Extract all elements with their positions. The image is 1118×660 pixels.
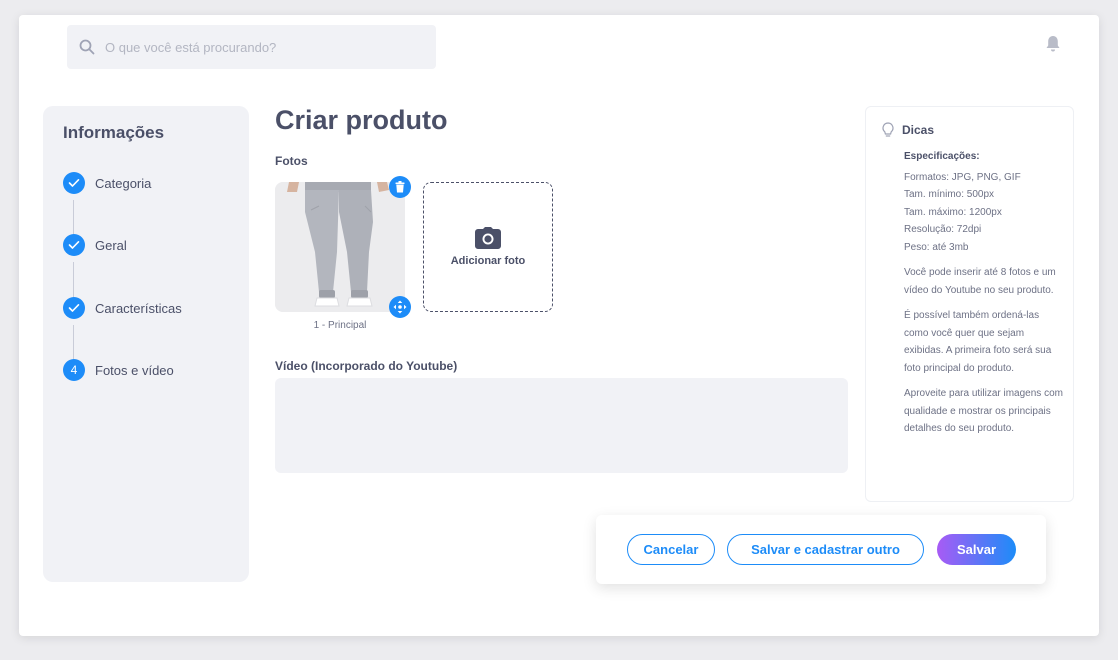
action-bar: Cancelar Salvar e cadastrar outro Salvar — [596, 515, 1046, 584]
check-icon — [63, 234, 85, 256]
step-label: Características — [95, 300, 182, 316]
sidebar-title: Informações — [63, 123, 165, 142]
move-arrows-icon — [393, 300, 407, 314]
step-number: 4 — [63, 359, 85, 381]
step-caracteristicas[interactable]: Características — [63, 297, 182, 319]
product-photo-image — [275, 182, 405, 312]
tip-paragraph: É possível também ordená-las como você q… — [904, 310, 1052, 374]
tip-paragraph: Você pode inserir até 8 fotos e um vídeo… — [904, 267, 1056, 296]
tips-body: Especificações: Formatos: JPG, PNG, GIF … — [904, 148, 1066, 446]
spec-item: Formatos: JPG, PNG, GIF — [904, 171, 1021, 183]
search-icon — [79, 39, 95, 55]
trash-icon — [395, 181, 405, 193]
search-input[interactable] — [103, 38, 427, 56]
specs-list: Formatos: JPG, PNG, GIF Tam. mínimo: 500… — [904, 169, 1066, 257]
spec-item: Peso: até 3mb — [904, 241, 969, 253]
spec-item: Tam. mínimo: 500px — [904, 189, 995, 200]
step-label: Categoria — [95, 175, 152, 191]
step-label: Geral — [95, 237, 127, 253]
step-connector — [73, 262, 74, 302]
spec-item: Resolução: 72dpi — [904, 224, 982, 235]
step-label: Fotos e vídeo — [95, 362, 174, 378]
page-title: Criar produto — [275, 105, 448, 135]
photos-label: Fotos — [275, 154, 308, 168]
tip-paragraph: Aproveite para utilizar imagens com qual… — [904, 388, 1063, 434]
tips-header: Dicas — [882, 122, 934, 138]
save-button[interactable]: Salvar — [937, 534, 1016, 565]
check-icon — [63, 172, 85, 194]
check-icon — [63, 297, 85, 319]
tips-title: Dicas — [902, 123, 935, 137]
app-window: Informações Categoria Geral Característi… — [19, 15, 1099, 636]
lightbulb-icon — [882, 122, 894, 138]
steps-sidebar: Informações Categoria Geral Característi… — [43, 106, 249, 582]
delete-photo-button[interactable] — [389, 176, 411, 198]
cancel-button[interactable]: Cancelar — [627, 534, 715, 565]
notification-bell-icon[interactable] — [1045, 35, 1061, 53]
step-geral[interactable]: Geral — [63, 234, 127, 256]
photo-caption: 1 - Principal — [313, 320, 367, 331]
step-fotos-e-video[interactable]: 4 Fotos e vídeo — [63, 359, 174, 381]
add-photo-label: Adicionar foto — [450, 255, 526, 267]
add-photo-button[interactable]: Adicionar foto — [423, 182, 553, 312]
video-label: Vídeo (Incorporado do Youtube) — [275, 359, 458, 373]
tips-panel: Dicas Especificações: Formatos: JPG, PNG… — [865, 106, 1074, 502]
move-photo-button[interactable] — [389, 296, 411, 318]
product-photo[interactable] — [275, 182, 405, 312]
youtube-embed-input[interactable] — [275, 378, 848, 473]
camera-icon — [475, 227, 501, 249]
save-and-new-button[interactable]: Salvar e cadastrar outro — [727, 534, 924, 565]
step-categoria[interactable]: Categoria — [63, 172, 151, 194]
search-bar[interactable] — [67, 25, 436, 69]
spec-item: Tam. máximo: 1200px — [904, 206, 1002, 218]
specs-title: Especificações: — [904, 151, 980, 162]
